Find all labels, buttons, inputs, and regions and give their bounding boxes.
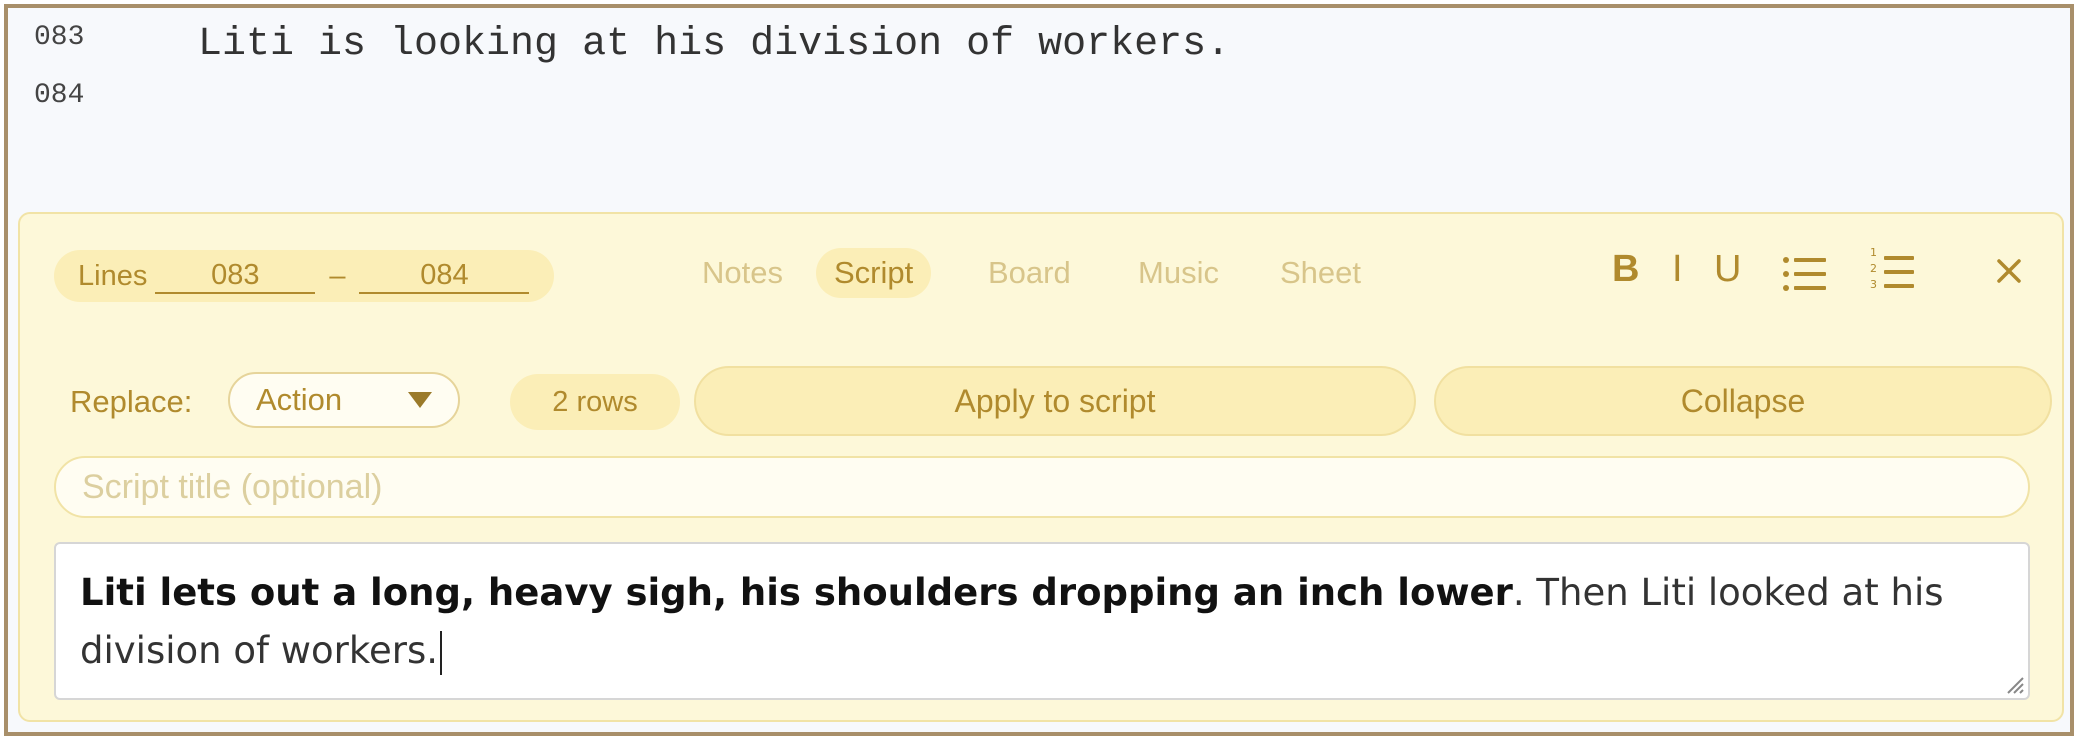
underline-button[interactable]: U — [1714, 244, 1741, 294]
replace-select[interactable]: Action — [228, 372, 460, 428]
numbered-list-icon[interactable]: 1 2 3 — [1870, 246, 1916, 294]
line-text: Liti is looking at his division of worke… — [198, 22, 1231, 67]
line-number: 083 — [34, 22, 85, 53]
line-end-field[interactable]: 084 — [359, 258, 530, 294]
resize-handle-icon[interactable] — [2002, 672, 2024, 694]
line-start-field[interactable]: 083 — [155, 258, 316, 294]
tab-sheet[interactable]: Sheet — [1262, 248, 1379, 298]
line-range-pill: Lines 083 – 084 — [54, 250, 554, 302]
close-icon[interactable] — [1996, 258, 2022, 284]
italic-button[interactable]: I — [1672, 244, 1683, 294]
apply-to-script-button[interactable]: Apply to script — [694, 366, 1416, 436]
script-title-input[interactable] — [54, 456, 2030, 518]
replace-label: Replace: — [70, 384, 193, 419]
svg-text:3: 3 — [1870, 278, 1877, 291]
tab-script[interactable]: Script — [816, 248, 932, 298]
replace-value: Action — [256, 382, 343, 417]
screenshot-frame: 083 Liti is looking at his division of w… — [4, 4, 2074, 736]
tab-notes[interactable]: Notes — [684, 248, 801, 298]
edit-panel: Lines 083 – 084 Notes Script Board Music… — [18, 212, 2064, 722]
lines-label: Lines — [78, 259, 148, 292]
collapse-button[interactable]: Collapse — [1434, 366, 2052, 436]
chevron-down-icon — [408, 392, 432, 408]
bold-button[interactable]: B — [1612, 244, 1639, 294]
svg-text:1: 1 — [1870, 246, 1877, 259]
bullet-list-icon[interactable] — [1782, 254, 1828, 294]
range-dash: – — [329, 259, 346, 292]
svg-text:2: 2 — [1870, 262, 1877, 275]
tab-music[interactable]: Music — [1120, 248, 1237, 298]
tab-board[interactable]: Board — [970, 248, 1089, 298]
text-cursor — [440, 630, 443, 675]
editor-bold-text: Liti lets out a long, heavy sigh, his sh… — [80, 571, 1513, 614]
script-text-editor[interactable]: Liti lets out a long, heavy sigh, his sh… — [54, 542, 2030, 700]
rows-badge: 2 rows — [510, 374, 680, 430]
line-number: 084 — [34, 80, 85, 111]
